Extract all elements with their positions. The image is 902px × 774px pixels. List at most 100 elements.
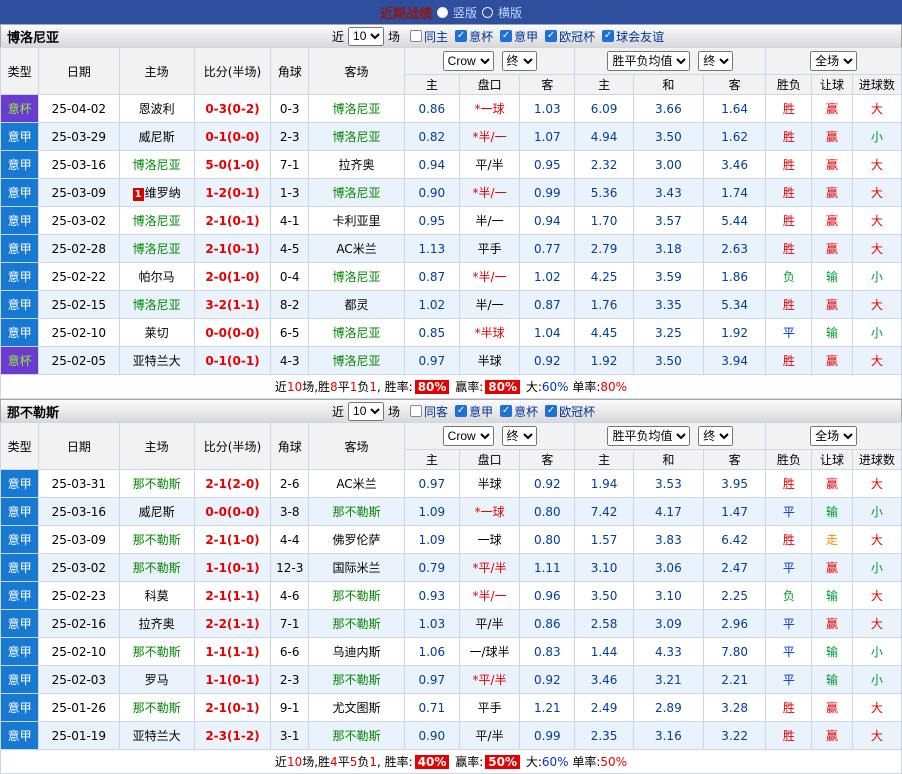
home-team: 那不勒斯 — [119, 694, 194, 722]
ah-home-odds: 0.71 — [404, 694, 459, 722]
europe-time-select[interactable]: 终 — [698, 426, 733, 446]
ah-away-odds: 0.96 — [520, 582, 575, 610]
horizontal-radio-icon[interactable] — [482, 7, 493, 18]
ah-home-odds: 1.09 — [404, 526, 459, 554]
league-type: 意甲 — [1, 638, 39, 666]
filter-item: 球会友谊 — [602, 28, 664, 45]
ah-away-odds: 0.87 — [520, 291, 575, 319]
away-team-name: 国际米兰 — [333, 561, 381, 575]
eu-home-odds: 2.32 — [575, 151, 633, 179]
checkbox-label: 欧冠杯 — [559, 403, 595, 420]
checkbox-球会友谊[interactable] — [602, 30, 614, 42]
odds-company-select[interactable]: Crow — [443, 51, 494, 71]
match-date: 25-02-23 — [39, 582, 119, 610]
result-handicap: 赢 — [812, 694, 852, 722]
filter-bar: 近10场同主意杯意甲欧冠杯球会友谊 — [329, 27, 664, 46]
result-handicap: 输 — [812, 263, 852, 291]
europe-odds-select[interactable]: 胜平负均值 — [607, 426, 690, 446]
ah-line: 半球 — [459, 470, 519, 498]
league-type: 意甲 — [1, 319, 39, 347]
checkbox-意甲[interactable] — [455, 405, 467, 417]
result-goals: 小 — [852, 319, 901, 347]
corners: 4-4 — [271, 526, 309, 554]
summary-segment: 赢率: — [451, 380, 483, 394]
home-team: 帕尔马 — [119, 263, 194, 291]
result-wdl: 胜 — [766, 179, 812, 207]
checkbox-同客[interactable] — [410, 405, 422, 417]
ah-away-odds: 1.11 — [520, 554, 575, 582]
table-header: 类型 日期 主场 比分(半场) 角球 客场 Crow 终 胜平负均值 终 全场 — [1, 48, 902, 95]
result-goals: 小 — [852, 123, 901, 151]
page-title: 近期战绩 — [380, 3, 432, 22]
home-team-name: 亚特兰大 — [133, 354, 181, 368]
home-team: 博洛尼亚 — [119, 207, 194, 235]
horizontal-view-option[interactable]: 横版 — [498, 4, 522, 21]
ah-home-odds: 0.94 — [404, 151, 459, 179]
result-wdl: 平 — [766, 554, 812, 582]
eu-away-odds: 3.28 — [704, 694, 766, 722]
result-group-header: 全场 — [766, 423, 902, 450]
home-team: 博洛尼亚 — [119, 291, 194, 319]
league-type: 意甲 — [1, 263, 39, 291]
handicap-time-select[interactable]: 终 — [502, 426, 537, 446]
score: 1-1(1-1) — [194, 638, 270, 666]
europe-odds-group-header: 胜平负均值 终 — [575, 423, 766, 450]
checkbox-欧冠杯[interactable] — [545, 30, 557, 42]
checkbox-欧冠杯[interactable] — [545, 405, 557, 417]
result-handicap: 赢 — [812, 179, 852, 207]
checkbox-同主[interactable] — [410, 30, 422, 42]
result-wdl: 胜 — [766, 235, 812, 263]
home-team-name: 那不勒斯 — [133, 645, 181, 659]
odds-company-select[interactable]: Crow — [443, 426, 494, 446]
result-wdl: 胜 — [766, 291, 812, 319]
match-date: 25-02-22 — [39, 263, 119, 291]
recent-count-select[interactable]: 10 — [348, 402, 384, 421]
filter-item: 意杯 — [455, 28, 493, 45]
subcol-wdl: 胜负 — [766, 75, 812, 95]
away-team: 那不勒斯 — [309, 722, 404, 750]
match-date: 25-03-09 — [39, 526, 119, 554]
europe-odds-select[interactable]: 胜平负均值 — [607, 51, 690, 71]
summary-row: 近10场,胜4平5负1, 胜率:40% 赢率:50% 大:60% 单率:50% — [1, 750, 902, 774]
recent-count-select[interactable]: 10 — [348, 27, 384, 46]
handicap-time-select[interactable]: 终 — [502, 51, 537, 71]
fulltime-select[interactable]: 全场 — [810, 51, 857, 71]
checkbox-意杯[interactable] — [455, 30, 467, 42]
subcol-handicap-result: 让球 — [812, 450, 852, 470]
away-team: 都灵 — [309, 291, 404, 319]
home-team-name: 莱切 — [145, 326, 169, 340]
col-header-away: 客场 — [309, 48, 404, 95]
eu-draw-odds: 3.18 — [633, 235, 703, 263]
subcol-ah-home: 主 — [404, 450, 459, 470]
eu-home-odds: 7.42 — [575, 498, 633, 526]
vertical-view-option[interactable]: 竖版 — [453, 4, 477, 21]
home-team: 科莫 — [119, 582, 194, 610]
section-header: 那不勒斯 近10场同客意甲意杯欧冠杯 — [0, 399, 902, 422]
away-team-name: 博洛尼亚 — [333, 102, 381, 116]
fulltime-select[interactable]: 全场 — [810, 426, 857, 446]
home-team-name: 威尼斯 — [139, 505, 175, 519]
corners: 1-3 — [271, 179, 309, 207]
match-date: 25-03-31 — [39, 470, 119, 498]
result-handicap: 赢 — [812, 722, 852, 750]
checkbox-label: 球会友谊 — [616, 28, 664, 45]
summary-segment: 10 — [287, 380, 302, 394]
ah-line: *平/半 — [459, 666, 519, 694]
match-row: 意甲25-03-02那不勒斯1-1(0-1)12-3国际米兰0.79*平/半1.… — [1, 554, 902, 582]
home-team: 博洛尼亚 — [119, 151, 194, 179]
checkbox-意杯[interactable] — [500, 405, 512, 417]
eu-home-odds: 4.94 — [575, 123, 633, 151]
corners: 2-6 — [271, 470, 309, 498]
away-team: 乌迪内斯 — [309, 638, 404, 666]
result-wdl: 胜 — [766, 151, 812, 179]
col-header-date: 日期 — [39, 48, 119, 95]
home-team: 恩波利 — [119, 95, 194, 123]
vertical-radio-icon[interactable] — [437, 7, 448, 18]
eu-home-odds: 6.09 — [575, 95, 633, 123]
match-date: 25-01-19 — [39, 722, 119, 750]
ah-home-odds: 0.97 — [404, 666, 459, 694]
eu-home-odds: 1.76 — [575, 291, 633, 319]
match-row: 意甲25-03-091维罗纳1-2(0-1)1-3博洛尼亚0.90*半/一0.9… — [1, 179, 902, 207]
europe-time-select[interactable]: 终 — [698, 51, 733, 71]
checkbox-意甲[interactable] — [500, 30, 512, 42]
